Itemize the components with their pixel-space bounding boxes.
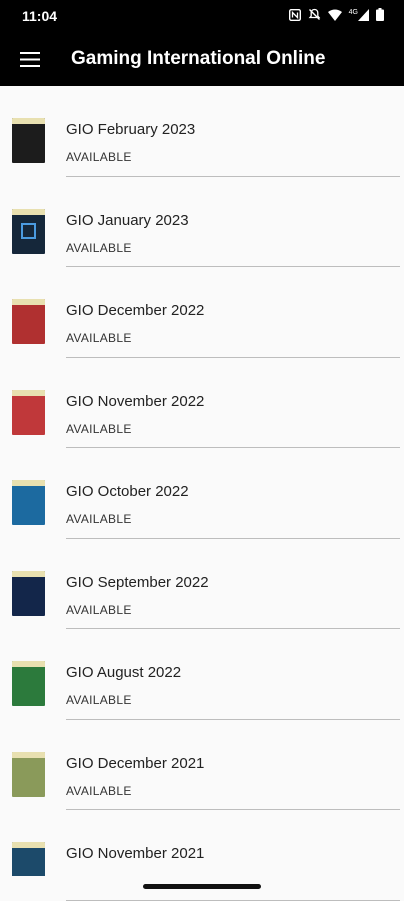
magazine-cover-thumbnail: [12, 299, 45, 344]
cover-masthead: [12, 480, 45, 486]
issue-title: GIO January 2023: [66, 211, 189, 229]
cover-masthead: [12, 661, 45, 667]
list-item[interactable]: GIO February 2023 AVAILABLE: [0, 86, 404, 177]
list-item[interactable]: GIO January 2023 AVAILABLE: [0, 177, 404, 267]
list-item[interactable]: GIO December 2022 AVAILABLE: [0, 267, 404, 358]
page-title: Gaming International Online: [71, 48, 326, 69]
cover-masthead: [12, 570, 45, 577]
issue-title: GIO October 2022: [66, 483, 189, 500]
hamburger-menu-icon[interactable]: [12, 41, 48, 77]
navigation-bar: [0, 876, 404, 900]
list-item[interactable]: GIO October 2022 AVAILABLE: [0, 448, 404, 539]
issue-title: GIO September 2022: [66, 573, 209, 591]
issue-status: AVAILABLE: [66, 693, 132, 707]
network-label: 4G: [348, 8, 358, 16]
silent-icon: [308, 8, 321, 21]
status-icons: 4G: [288, 8, 384, 21]
list-item[interactable]: GIO December 2021 AVAILABLE: [0, 720, 404, 810]
issue-title: GIO November 2022: [66, 392, 205, 410]
list-item[interactable]: GIO September 2022 AVAILABLE: [0, 539, 404, 629]
cover-masthead: [12, 389, 45, 396]
issue-status: AVAILABLE: [66, 421, 132, 436]
status-bar: 11:04 4G: [0, 0, 404, 32]
issue-title: GIO February 2023: [66, 121, 196, 138]
magazine-cover-thumbnail: [12, 570, 45, 616]
issue-title: GIO December 2021: [66, 754, 205, 772]
cover-masthead: [12, 208, 45, 215]
issue-status: AVAILABLE: [66, 783, 132, 798]
issue-status: AVAILABLE: [66, 240, 132, 255]
wifi-icon: [327, 9, 342, 21]
magazine-cover-thumbnail: [12, 389, 45, 435]
issue-status: AVAILABLE: [66, 602, 132, 617]
home-gesture-handle[interactable]: [143, 884, 261, 889]
list-item[interactable]: GIO November 2022 AVAILABLE: [0, 358, 404, 448]
cover-masthead: [12, 118, 45, 124]
status-time: 11:04: [22, 8, 58, 24]
issue-list: GIO February 2023 AVAILABLE GIO January 20…: [0, 86, 404, 901]
issue-status: AVAILABLE: [66, 512, 132, 526]
app-bar: Gaming International Online: [0, 32, 404, 86]
magazine-cover-thumbnail: [12, 480, 45, 525]
network-4g-icon: 4G: [348, 8, 369, 21]
issue-status: AVAILABLE: [66, 150, 132, 164]
issue-title: GIO August 2022: [66, 664, 182, 681]
list-item[interactable]: GIO August 2022 AVAILABLE: [0, 629, 404, 720]
nfc-icon: [288, 8, 301, 21]
cover-masthead: [12, 751, 45, 758]
magazine-cover-thumbnail: [12, 208, 45, 254]
magazine-cover-thumbnail: [12, 118, 45, 163]
battery-icon: [376, 8, 384, 21]
cover-masthead: [12, 299, 45, 305]
issue-title: GIO November 2021: [66, 845, 205, 862]
magazine-cover-thumbnail: [12, 751, 45, 797]
cover-graphic: [21, 222, 36, 239]
cover-masthead: [12, 842, 45, 848]
issue-title: GIO December 2022: [66, 302, 205, 319]
issue-status: AVAILABLE: [66, 331, 132, 345]
magazine-cover-thumbnail: [12, 661, 45, 706]
